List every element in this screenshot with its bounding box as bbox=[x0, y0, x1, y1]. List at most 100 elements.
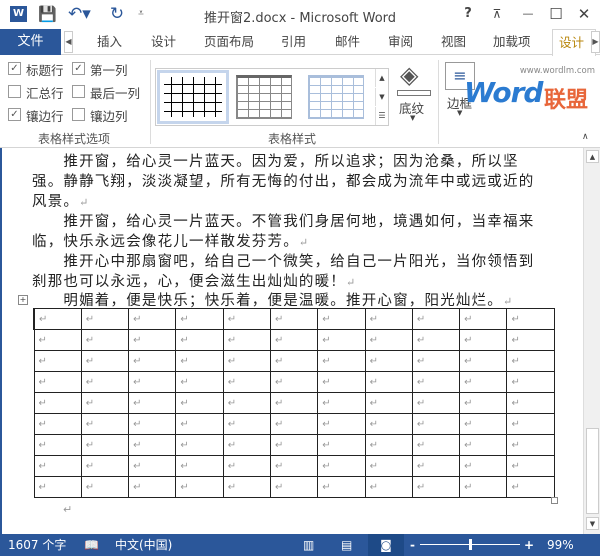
table-cell[interactable]: ↵ bbox=[459, 413, 508, 435]
table-cell[interactable]: ↵ bbox=[222, 413, 271, 435]
table-cell[interactable]: ↵ bbox=[80, 455, 130, 477]
proofing-icon[interactable]: 📖 bbox=[84, 534, 99, 556]
table-cell[interactable]: ↵ bbox=[128, 455, 177, 477]
first-column-checkbox[interactable]: ✓ bbox=[72, 62, 85, 75]
table-cell[interactable]: ↵ bbox=[80, 350, 130, 372]
table-cell[interactable]: ↵ bbox=[364, 455, 413, 477]
table-cell[interactable]: ↵ bbox=[411, 371, 461, 393]
table-cell[interactable]: ↵ bbox=[269, 371, 319, 393]
table-cell[interactable]: ↵ bbox=[364, 329, 413, 351]
table-cell[interactable]: ↵ bbox=[411, 413, 461, 435]
table-cell[interactable]: ↵ bbox=[364, 434, 413, 456]
table-cell[interactable]: ↵ bbox=[128, 413, 177, 435]
table-cell[interactable]: ↵ bbox=[33, 455, 82, 477]
zoom-slider-thumb[interactable] bbox=[468, 539, 472, 550]
table-cell[interactable]: ↵ bbox=[411, 350, 461, 372]
table-cell[interactable]: ↵ bbox=[175, 434, 224, 456]
table-cell[interactable]: ↵ bbox=[175, 392, 224, 414]
table-cell[interactable]: ↵ bbox=[80, 308, 130, 330]
table-cell[interactable]: ↵ bbox=[459, 308, 508, 330]
language[interactable]: 中文(中国) bbox=[115, 534, 172, 556]
table-cell[interactable]: ↵ bbox=[506, 350, 555, 372]
document-table[interactable]: ↵ ↵ ↵ ↵ ↵ ↵ ↵ ↵ ↵ ↵ ↵ ↵ ↵ ↵ ↵ ↵ ↵ ↵ ↵ ↵ ↵ ↵ ↵ ↵ ↵ ↵ ↵ ↵ ↵ ↵ ↵ ↵ ↵ ↵ ↵ ↵ ↵ ↵ ↵ ↵… bbox=[32, 308, 555, 498]
table-cell[interactable]: ↵ bbox=[33, 413, 82, 435]
tab-mailings[interactable]: 邮件 bbox=[335, 29, 360, 55]
table-cell[interactable]: ↵ bbox=[411, 308, 461, 330]
print-layout-icon[interactable]: ▤ bbox=[341, 534, 352, 556]
table-cell[interactable]: ↵ bbox=[128, 476, 177, 498]
table-cell[interactable]: ↵ bbox=[222, 329, 271, 351]
table-cell[interactable]: ↵ bbox=[128, 434, 177, 456]
table-cell[interactable]: ↵ bbox=[459, 392, 508, 414]
header-row-checkbox[interactable]: ✓ bbox=[8, 62, 21, 75]
table-cell[interactable]: ↵ bbox=[411, 329, 461, 351]
table-cell[interactable]: ↵ bbox=[80, 392, 130, 414]
table-cell[interactable]: ↵ bbox=[128, 350, 177, 372]
table-cell[interactable]: ↵ bbox=[269, 392, 319, 414]
tab-insert[interactable]: 插入 bbox=[97, 29, 122, 55]
table-cell[interactable]: ↵ bbox=[80, 434, 130, 456]
table-cell[interactable]: ↵ bbox=[317, 455, 366, 477]
scroll-down-icon[interactable]: ▼ bbox=[586, 517, 599, 530]
table-cell[interactable]: ↵ bbox=[459, 329, 508, 351]
zoom-in-button[interactable]: + bbox=[524, 534, 534, 556]
table-cell[interactable]: ↵ bbox=[317, 308, 366, 330]
table-cell[interactable]: ↵ bbox=[80, 476, 130, 498]
table-cell[interactable]: ↵ bbox=[33, 476, 82, 498]
banded-columns-checkbox[interactable] bbox=[72, 108, 85, 121]
table-cell[interactable]: ↵ bbox=[33, 392, 82, 414]
table-cell[interactable]: ↵ bbox=[269, 413, 319, 435]
style-grid-dark-header[interactable] bbox=[236, 75, 292, 119]
gallery-scroll-down-icon[interactable]: ▼ bbox=[375, 88, 388, 106]
table-cell[interactable]: ↵ bbox=[175, 476, 224, 498]
web-layout-icon[interactable]: ◙ bbox=[368, 534, 404, 556]
banded-rows-checkbox[interactable]: ✓ bbox=[8, 108, 21, 121]
table-cell[interactable]: ↵ bbox=[128, 371, 177, 393]
close-icon[interactable]: ✕ bbox=[576, 4, 592, 24]
gallery-scroll-up-icon[interactable]: ▲ bbox=[375, 69, 388, 87]
table-cell[interactable]: ↵ bbox=[506, 392, 555, 414]
tab-references[interactable]: 引用 bbox=[281, 29, 306, 55]
table-cell[interactable]: ↵ bbox=[175, 308, 224, 330]
tab-view[interactable]: 视图 bbox=[441, 29, 466, 55]
help-icon[interactable]: ? bbox=[460, 4, 476, 24]
style-grid-light-header[interactable] bbox=[308, 75, 364, 119]
table-cell[interactable]: ↵ bbox=[317, 329, 366, 351]
table-cell[interactable]: ↵ bbox=[506, 308, 555, 330]
table-cell[interactable]: ↵ bbox=[506, 434, 555, 456]
table-cell[interactable]: ↵ bbox=[364, 392, 413, 414]
zoom-level[interactable]: 99% bbox=[547, 534, 574, 556]
table-cell[interactable]: ↵ bbox=[222, 476, 271, 498]
tabs-scroll-left-icon[interactable]: ◀ bbox=[64, 31, 73, 53]
table-cell[interactable]: ↵ bbox=[411, 455, 461, 477]
scroll-thumb[interactable] bbox=[586, 428, 599, 514]
total-row-checkbox[interactable] bbox=[8, 85, 21, 98]
table-cell[interactable]: ↵ bbox=[222, 350, 271, 372]
last-column-checkbox[interactable] bbox=[72, 85, 85, 98]
table-move-handle-icon[interactable]: + bbox=[18, 295, 28, 305]
table-cell[interactable]: ↵ bbox=[33, 434, 82, 456]
vertical-scrollbar[interactable]: ▲ ▼ bbox=[583, 148, 600, 534]
maximize-icon[interactable]: ☐ bbox=[548, 4, 564, 24]
zoom-slider[interactable] bbox=[420, 539, 520, 550]
table-cell[interactable]: ↵ bbox=[33, 350, 82, 372]
tab-table-design[interactable]: 设计 bbox=[552, 29, 596, 56]
table-cell[interactable]: ↵ bbox=[175, 455, 224, 477]
table-cell[interactable]: ↵ bbox=[506, 371, 555, 393]
table-cell[interactable]: ↵ bbox=[222, 392, 271, 414]
minimize-icon[interactable]: — bbox=[520, 4, 536, 24]
table-cell[interactable]: ↵ bbox=[459, 371, 508, 393]
table-cell[interactable]: ↵ bbox=[506, 413, 555, 435]
table-cell[interactable]: ↵ bbox=[175, 350, 224, 372]
table-cell[interactable]: ↵ bbox=[459, 434, 508, 456]
table-cell[interactable]: ↵ bbox=[459, 455, 508, 477]
table-cell[interactable]: ↵ bbox=[222, 434, 271, 456]
tab-addins[interactable]: 加载项 bbox=[493, 29, 531, 55]
table-cell[interactable]: ↵ bbox=[317, 413, 366, 435]
table-cell[interactable]: ↵ bbox=[317, 350, 366, 372]
zoom-out-button[interactable]: - bbox=[410, 534, 415, 556]
table-cell[interactable]: ↵ bbox=[32, 308, 82, 330]
read-mode-icon[interactable]: ▥ bbox=[303, 534, 314, 556]
table-cell[interactable]: ↵ bbox=[411, 434, 461, 456]
table-cell[interactable]: ↵ bbox=[411, 476, 461, 498]
